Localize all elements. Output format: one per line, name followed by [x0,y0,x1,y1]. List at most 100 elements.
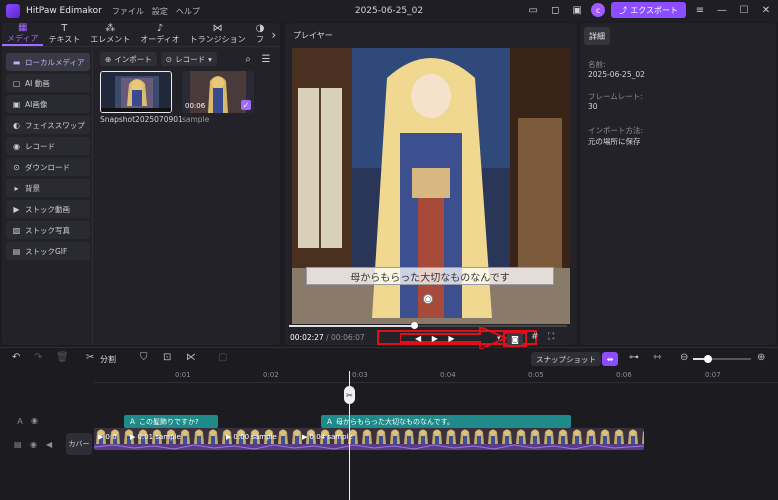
ruler-tick: 0:04 [440,371,456,379]
video-clip[interactable]: ▶ 0:00 sample [226,433,277,441]
minimize-icon[interactable]: — [714,2,730,18]
media-thumbnail-snapshot[interactable] [100,71,172,113]
avatar[interactable]: c [591,3,606,17]
text-clip[interactable]: Ａ この髪飾りですか? [124,415,218,428]
zoom-in-icon[interactable]: ⊕ [757,352,765,363]
detail-value-name: 2025-06-25_02 [588,70,645,79]
list-view-icon[interactable]: ☰ [258,51,274,67]
tab-transition[interactable]: ⋈ トランジション [185,23,251,46]
tab-text[interactable]: T テキスト [43,23,85,46]
snapshot-button[interactable]: スナップショット [531,352,601,366]
timeline-ruler[interactable] [94,371,778,383]
delete-icon[interactable]: 🗑 [56,352,69,363]
menu-settings[interactable]: 設定 [152,6,168,17]
next-frame-icon[interactable]: ▶ [448,334,454,343]
media-library: ⊕インポート ⊙レコード▾ ⌕ ☰ Snapshot2025070901 [94,49,278,343]
zoom-out-icon[interactable]: ⊖ [680,352,688,363]
sidebar-item-background[interactable]: ▸ 背景 [6,179,90,197]
sidebar-item-download[interactable]: ⊙ ダウンロード [6,158,90,176]
sidebar-item-stock-photo[interactable]: ▧ ストック写真 [6,221,90,239]
split-icon[interactable]: ✂ [86,352,94,363]
split-label[interactable]: 分割 [100,354,116,365]
record-icon: ◉ [13,141,20,151]
detach-icon[interactable]: ⋉ [186,352,196,363]
detail-label-framerate: フレームレート: [588,92,643,101]
transform-handle-icon[interactable]: ○ [423,294,433,304]
record-dropdown[interactable]: ⊙ レコード ▾ [160,52,217,66]
caret-right-icon: ▸ [14,183,19,193]
media-duration: 00:06 [185,102,206,110]
fit-icon[interactable]: ⇿ [653,352,661,363]
added-check-icon: ✓ [241,100,251,110]
sidebar-item-face-swap[interactable]: ◐ フェイススワップ [6,116,90,134]
play-circle-icon: ▶ [302,433,308,441]
video-track[interactable]: ▶ 0:0 ▶ 0:01 sample ▶ 0:00 sample ▶ 0:04 sam… [94,428,644,450]
camera-icon[interactable]: ◙ [507,333,523,345]
previous-frame-icon[interactable]: ◀ [415,334,421,343]
text-track-icon: Ａ [16,417,24,426]
tab-media[interactable]: ▦ メディア [2,23,44,46]
close-icon[interactable]: ✕ [758,2,774,18]
media-panel: ▦ メディア T テキスト ⁂ エレメント ♪ オーディオ ⋈ トランジション ◑ フ › … [2,23,280,345]
menu-icon[interactable]: ≡ [692,2,708,18]
video-clip[interactable]: ▶ 0:0 [98,433,117,441]
face-swap-icon: ◐ [13,120,20,130]
filter-icon: ◑ [255,23,265,34]
divider [0,347,778,348]
sidebar-item-stock-video[interactable]: ▶ ストック動画 [6,200,90,218]
media-thumbnail-sample[interactable]: 00:06 ✓ [182,71,254,113]
zoom-slider-knob[interactable] [704,355,712,363]
snap-toggle-icon[interactable]: ⇹ [602,352,618,366]
speaker-icon[interactable]: ◀ [46,440,52,449]
marker-icon[interactable]: ⛉ [140,352,148,363]
tabs-scroll-right[interactable]: › [269,23,278,46]
tab-details[interactable]: 詳細 [584,27,610,45]
link-icon[interactable]: ⊶ [629,352,639,363]
media-tabs: ▦ メディア T テキスト ⁂ エレメント ♪ オーディオ ⋈ トランジション ◑ フ › [2,23,280,47]
fullscreen-icon[interactable]: ⛶ [548,332,554,342]
search-icon[interactable]: ⌕ [240,51,256,67]
snapshot-dropdown-icon[interactable]: ▾ [497,334,501,342]
sidebar-item-ai-video[interactable]: ▢ AI 動画 [6,74,90,92]
media-sidebar: ▬ ローカルメディア ▢ AI 動画 ▣ AI画像 ◐ フェイススワップ ◉ レコード ⊙… [6,53,90,263]
ruler-tick: 0:05 [528,371,544,379]
detail-value-import-method: 元の場所に保存 [588,137,641,146]
keyboard-icon[interactable]: ▭ [525,2,541,18]
chevron-down-icon: ▾ [208,54,212,64]
crop-icon[interactable]: # [531,332,539,342]
import-button[interactable]: ⊕ インポート [100,52,157,66]
feedback-icon[interactable]: ◻ [547,2,563,18]
menu-file[interactable]: ファイル [112,6,144,17]
undo-icon[interactable]: ↶ [12,352,20,363]
text-box-icon[interactable]: ⊡ [163,352,171,363]
menu-help[interactable]: ヘルプ [176,6,200,17]
cover-button[interactable]: カバー [66,433,92,455]
sidebar-item-record[interactable]: ◉ レコード [6,137,90,155]
detail-label-name: 名前: [588,60,606,69]
sidebar-item-ai-image[interactable]: ▣ AI画像 [6,95,90,113]
play-icon[interactable]: ▶ [432,334,438,343]
text-clip[interactable]: Ａ 母からもらった大切なものなんです。 [321,415,571,428]
eye-icon[interactable]: ◉ [31,416,38,425]
snapshot-preview [101,72,171,112]
tab-audio[interactable]: ♪ オーディオ [135,23,184,46]
sidebar-item-local-media[interactable]: ▬ ローカルメディア [6,53,90,71]
video-clip[interactable]: ▶ 0:01 sample [130,433,181,441]
eye-icon[interactable]: ◉ [30,440,37,449]
total-time: 00:06:07 [331,333,365,342]
ruler-tick: 0:06 [616,371,632,379]
tab-element[interactable]: ⁂ エレメント [85,23,135,46]
redo-icon[interactable]: ↷ [34,352,42,363]
playhead-split-icon[interactable]: ✂ [344,386,355,404]
video-clip[interactable]: ▶ 0:04 sample [302,433,353,441]
play-controls: ◀ ▶ ▶ [415,334,455,343]
maximize-icon[interactable]: ☐ [736,2,752,18]
subtitle-overlay[interactable]: 母からもらった大切なものなんです [306,267,554,285]
zoom-slider[interactable] [693,358,751,360]
tab-filter[interactable]: ◑ フ [251,23,270,46]
export-button[interactable]: ⤴ エクスポート [611,2,686,18]
freeze-icon[interactable]: ▢ [218,352,227,363]
time-display: 00:02:27 / 00:06:07 [290,333,365,342]
gift-icon[interactable]: ▣ [569,2,585,18]
sidebar-item-stock-gif[interactable]: ▤ ストックGIF [6,242,90,260]
